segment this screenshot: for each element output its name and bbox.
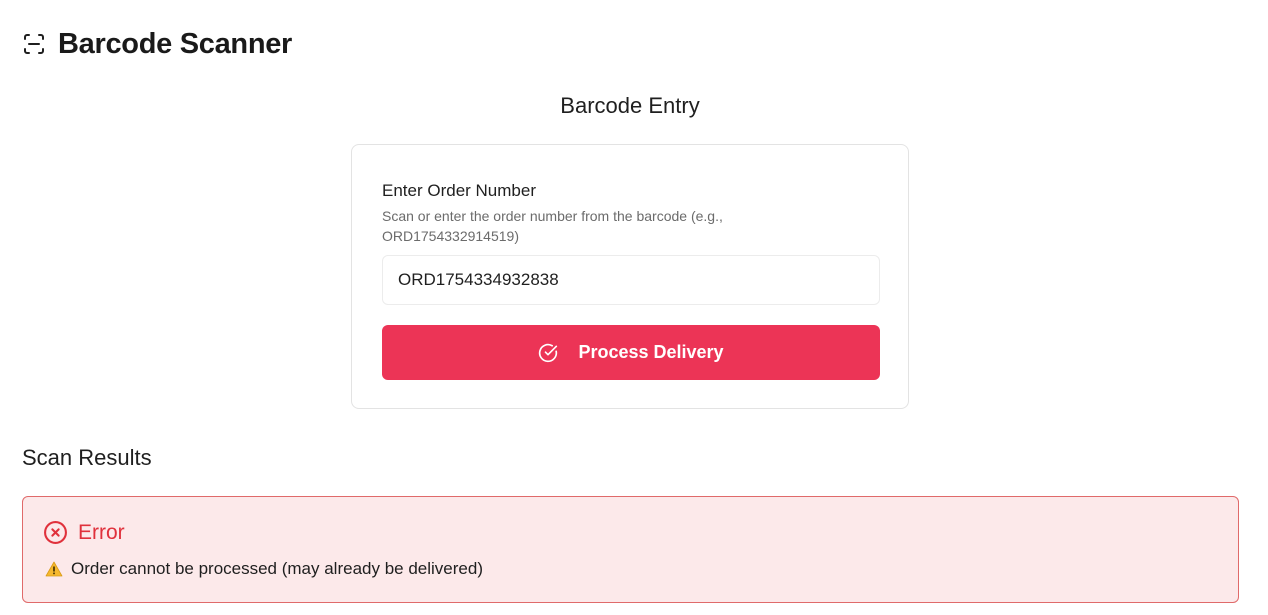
error-message-text: Order cannot be processed (may already b…	[71, 559, 483, 578]
check-circle-icon	[538, 343, 558, 363]
scan-icon	[22, 32, 46, 56]
order-number-input[interactable]	[382, 255, 880, 305]
process-delivery-button[interactable]: Process Delivery	[382, 325, 880, 380]
barcode-entry-title: Barcode Entry	[560, 93, 700, 118]
warning-icon	[45, 561, 63, 577]
order-number-help: Scan or enter the order number from the …	[382, 208, 723, 244]
error-alert: Error Order cannot be processed (may alr…	[22, 496, 1239, 603]
error-title: Error	[78, 520, 125, 544]
page-title: Barcode Scanner	[58, 28, 293, 60]
process-delivery-label: Process Delivery	[578, 342, 724, 362]
x-circle-icon	[43, 520, 68, 545]
error-heading: Error	[43, 520, 125, 545]
page-header: Barcode Scanner	[22, 26, 292, 62]
barcode-entry-card: Enter Order Number Scan or enter the ord…	[351, 144, 909, 409]
order-number-label: Enter Order Number	[382, 181, 536, 200]
scan-results-title: Scan Results	[22, 445, 152, 470]
error-message: Order cannot be processed (may already b…	[45, 559, 483, 579]
